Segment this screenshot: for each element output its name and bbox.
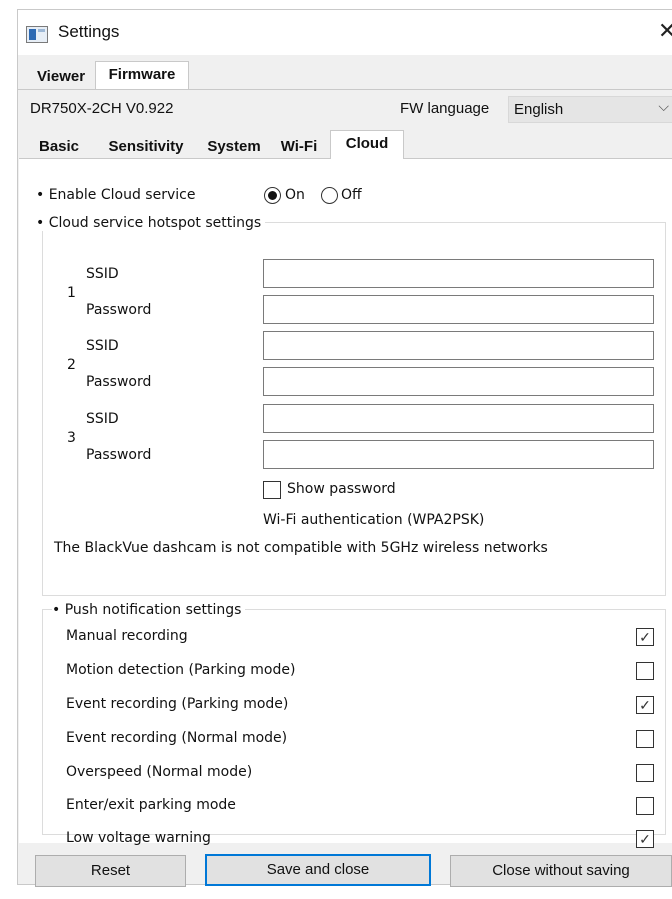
tab-system[interactable]: System xyxy=(200,134,268,158)
reset-button[interactable]: Reset xyxy=(35,855,186,887)
save-and-close-button[interactable]: Save and close xyxy=(205,854,431,886)
cloud-on-radio[interactable] xyxy=(264,187,281,204)
hotspot-number-2: 2 xyxy=(67,357,76,373)
settings-window-icon xyxy=(26,26,48,43)
ssid-input-2[interactable] xyxy=(263,331,654,360)
push-checkbox-low-voltage[interactable]: ✓ xyxy=(636,830,654,848)
close-icon[interactable]: ✕ xyxy=(658,18,672,44)
chevron-down-icon: ⌵ xyxy=(658,98,669,114)
compat-note: The BlackVue dashcam is not compatible w… xyxy=(54,540,548,556)
tab-viewer[interactable]: Viewer xyxy=(26,64,96,90)
ssid-input-1[interactable] xyxy=(263,259,654,288)
show-password-checkbox[interactable] xyxy=(263,481,281,499)
push-checkbox-event-normal[interactable] xyxy=(636,730,654,748)
push-item-label: Event recording (Normal mode) xyxy=(66,730,288,746)
tab-wifi[interactable]: Wi-Fi xyxy=(268,134,330,158)
push-checkbox-manual-recording[interactable]: ✓ xyxy=(636,628,654,646)
cloud-off-label: Off xyxy=(341,187,362,203)
password-label-2: Password xyxy=(86,374,152,390)
push-item-label: Motion detection (Parking mode) xyxy=(66,662,296,678)
ssid-label-1: SSID xyxy=(86,266,119,282)
push-item-label: Overspeed (Normal mode) xyxy=(66,764,253,780)
window-title: Settings xyxy=(58,22,120,41)
show-password-label: Show password xyxy=(287,481,396,497)
push-item-label: Event recording (Parking mode) xyxy=(66,696,289,712)
push-item-label: Low voltage warning xyxy=(66,830,211,846)
cloud-panel: • Enable Cloud service On Off • Cloud se… xyxy=(19,158,672,848)
ssid-label-2: SSID xyxy=(86,338,119,354)
top-tabs-divider xyxy=(18,89,672,90)
push-group-title: • Push notification settings xyxy=(52,602,246,618)
title-bar: Settings ✕ xyxy=(18,10,672,55)
password-input-1[interactable] xyxy=(263,295,654,324)
tab-firmware[interactable]: Firmware xyxy=(95,61,189,90)
enable-cloud-label: • Enable Cloud service xyxy=(36,187,196,203)
push-item-label: Manual recording xyxy=(66,628,188,644)
fw-language-label: FW language xyxy=(400,100,490,117)
push-checkbox-parking-mode[interactable] xyxy=(636,797,654,815)
wifi-auth-note: Wi-Fi authentication (WPA2PSK) xyxy=(263,512,485,528)
tab-sensitivity[interactable]: Sensitivity xyxy=(92,134,200,158)
ssid-input-3[interactable] xyxy=(263,404,654,433)
ssid-label-3: SSID xyxy=(86,411,119,427)
hotspot-number-3: 3 xyxy=(67,430,76,446)
cloud-on-label: On xyxy=(285,187,305,203)
hotspot-number-1: 1 xyxy=(67,285,76,301)
settings-window: Settings ✕ Viewer Firmware DR750X-2CH V0… xyxy=(17,9,672,887)
cloud-off-radio[interactable] xyxy=(321,187,338,204)
hotspot-group-title: • Cloud service hotspot settings xyxy=(36,215,266,231)
push-checkbox-motion-detection[interactable] xyxy=(636,662,654,680)
fw-language-value: English xyxy=(514,101,564,118)
push-item-label: Enter/exit parking mode xyxy=(66,797,236,813)
password-label-1: Password xyxy=(86,302,152,318)
password-input-3[interactable] xyxy=(263,440,654,469)
tab-basic[interactable]: Basic xyxy=(26,134,92,158)
close-without-saving-button[interactable]: Close without saving xyxy=(450,855,672,887)
push-checkbox-overspeed[interactable] xyxy=(636,764,654,782)
fw-language-select[interactable]: English ⌵ xyxy=(508,96,672,123)
tab-cloud[interactable]: Cloud xyxy=(330,130,404,159)
password-label-3: Password xyxy=(86,447,152,463)
model-version: DR750X-2CH V0.922 xyxy=(30,100,174,117)
password-input-2[interactable] xyxy=(263,367,654,396)
push-checkbox-event-parking[interactable]: ✓ xyxy=(636,696,654,714)
